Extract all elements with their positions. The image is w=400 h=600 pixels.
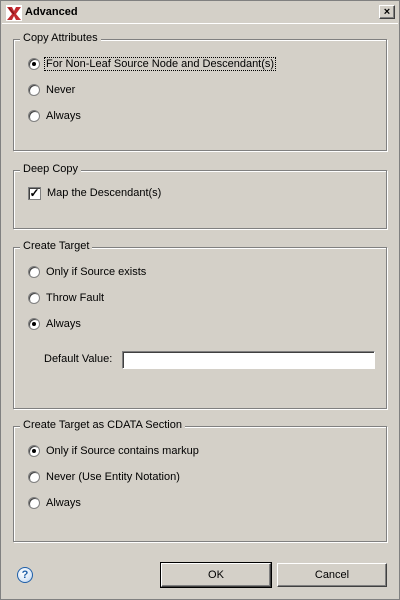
- copy-attributes-group: Copy Attributes For Non-Leaf Source Node…: [13, 32, 387, 151]
- close-button[interactable]: ×: [379, 5, 395, 19]
- app-icon: [6, 5, 22, 21]
- radio-button[interactable]: [28, 266, 40, 278]
- create-target-title: Create Target: [20, 240, 93, 252]
- create-target-group: Create Target Only if Source exists Thro…: [13, 240, 387, 409]
- close-icon: ×: [383, 6, 391, 18]
- option-label: Always: [46, 318, 81, 330]
- help-icon[interactable]: ?: [17, 567, 33, 583]
- radio-button[interactable]: [28, 471, 40, 483]
- radio-button-checked[interactable]: [28, 58, 40, 70]
- window-title: Advanced: [25, 6, 78, 18]
- default-value-input[interactable]: [122, 351, 375, 369]
- create-target-option-always[interactable]: Always: [28, 316, 82, 332]
- radio-button[interactable]: [28, 497, 40, 509]
- option-label: Throw Fault: [46, 292, 105, 304]
- create-target-option-source-exists[interactable]: Only if Source exists: [28, 264, 147, 280]
- option-label: Always: [46, 110, 81, 122]
- copy-attributes-option-never[interactable]: Never: [28, 82, 76, 98]
- copy-attributes-title: Copy Attributes: [20, 32, 101, 44]
- title-bar[interactable]: Advanced ×: [2, 2, 398, 24]
- cdata-option-always[interactable]: Always: [28, 495, 82, 511]
- option-label: Never: [46, 84, 76, 96]
- create-target-cdata-group: Create Target as CDATA Section Only if S…: [13, 419, 387, 542]
- option-label: For Non-Leaf Source Node and Descendant(…: [43, 57, 277, 71]
- ok-button[interactable]: OK: [160, 562, 272, 588]
- deep-copy-title: Deep Copy: [20, 163, 82, 175]
- option-label: Never (Use Entity Notation): [46, 471, 180, 483]
- checkbox-label: Map the Descendant(s): [47, 187, 162, 199]
- cancel-button[interactable]: Cancel: [277, 563, 387, 587]
- option-label: Always: [46, 497, 81, 509]
- deep-copy-group: Deep Copy ✓ Map the Descendant(s): [13, 163, 387, 229]
- create-target-cdata-title: Create Target as CDATA Section: [20, 419, 185, 431]
- option-label: Only if Source exists: [46, 266, 147, 278]
- map-descendants-option[interactable]: ✓ Map the Descendant(s): [28, 185, 162, 201]
- radio-button[interactable]: [28, 110, 40, 122]
- radio-button-checked[interactable]: [28, 445, 40, 457]
- cdata-option-never[interactable]: Never (Use Entity Notation): [28, 469, 181, 485]
- checkmark-icon[interactable]: ✓: [28, 186, 41, 200]
- option-label: Only if Source contains markup: [46, 445, 199, 457]
- copy-attributes-option-always[interactable]: Always: [28, 108, 82, 124]
- radio-button[interactable]: [28, 84, 40, 96]
- create-target-option-throw-fault[interactable]: Throw Fault: [28, 290, 105, 306]
- advanced-dialog: Advanced × Copy Attributes For Non-Leaf …: [0, 0, 400, 600]
- default-value-label: Default Value:: [44, 353, 113, 365]
- cdata-option-contains-markup[interactable]: Only if Source contains markup: [28, 443, 200, 459]
- radio-button-checked[interactable]: [28, 318, 40, 330]
- radio-button[interactable]: [28, 292, 40, 304]
- copy-attributes-option-non-leaf[interactable]: For Non-Leaf Source Node and Descendant(…: [28, 56, 277, 72]
